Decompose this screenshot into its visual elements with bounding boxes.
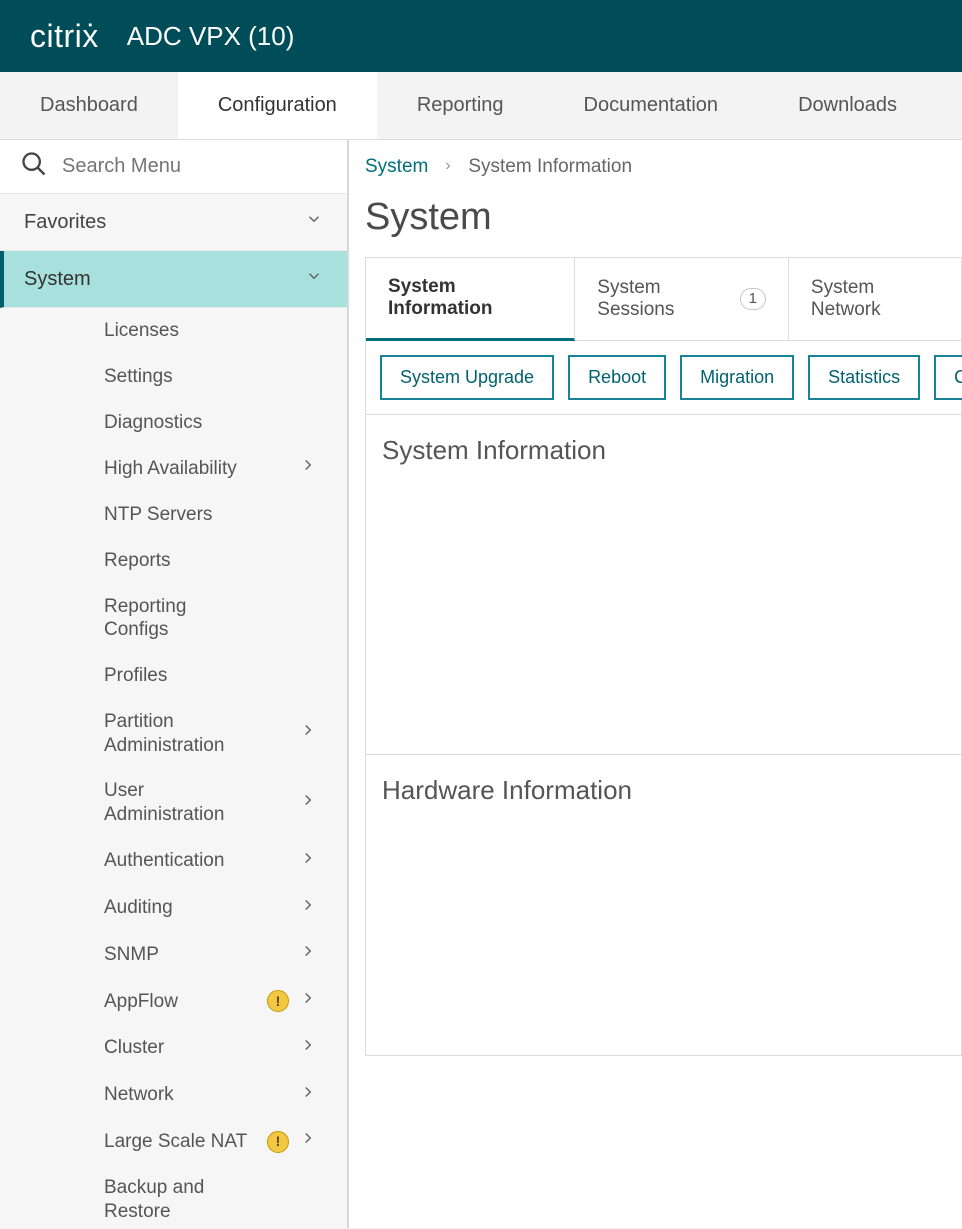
- sidebar-item-label: Auditing: [104, 896, 173, 920]
- sidebar-item[interactable]: AppFlow!: [0, 978, 347, 1025]
- sidebar-item-label: SNMP: [104, 943, 159, 967]
- breadcrumb-current: System Information: [468, 156, 632, 178]
- tab-label: System Network: [811, 277, 939, 321]
- chevron-down-icon: [305, 210, 323, 234]
- chevron-right-icon: [299, 896, 317, 921]
- sidebar-item[interactable]: High Availability: [0, 445, 347, 492]
- tab-system-sessions[interactable]: System Sessions 1: [575, 258, 789, 340]
- sidebar-item-label: Large Scale NAT: [104, 1130, 247, 1154]
- sidebar-item[interactable]: User Administration: [0, 768, 347, 838]
- sidebar-item[interactable]: Reporting Configs: [0, 584, 347, 654]
- sidebar-item-label: Partition Administration: [104, 710, 254, 758]
- brand-logo: citriẋ: [30, 18, 99, 55]
- sidebar-item[interactable]: Partition Administration: [0, 699, 347, 769]
- chevron-right-icon: [299, 849, 317, 874]
- migration-button[interactable]: Migration: [680, 355, 794, 400]
- sidebar: Favorites System Licenses Settings Diagnos…: [0, 140, 349, 1228]
- nav-configuration[interactable]: Configuration: [178, 72, 377, 139]
- sidebar-items-list: Licenses Settings Diagnostics High Availabi…: [0, 308, 347, 1228]
- top-navigation: Dashboard Configuration Reporting Docume…: [0, 72, 962, 140]
- chevron-right-icon: [299, 942, 317, 967]
- system-upgrade-button[interactable]: System Upgrade: [380, 355, 554, 400]
- chevron-right-icon: [299, 1129, 317, 1154]
- sidebar-item-label: AppFlow: [104, 990, 178, 1014]
- sidebar-item-label: Network: [104, 1083, 174, 1107]
- chevron-down-icon: [305, 267, 323, 291]
- sidebar-item-label: High Availability: [104, 457, 237, 481]
- tab-badge: 1: [740, 288, 766, 310]
- nav-dashboard[interactable]: Dashboard: [0, 72, 178, 139]
- sidebar-item[interactable]: Auditing: [0, 885, 347, 932]
- system-information-section: System Information: [366, 415, 961, 755]
- sidebar-item[interactable]: Authentication: [0, 838, 347, 885]
- sidebar-item[interactable]: Diagnostics: [0, 400, 347, 446]
- sidebar-item[interactable]: Settings: [0, 354, 347, 400]
- sidebar-item-label: Settings: [104, 365, 173, 389]
- breadcrumb: System System Information: [365, 156, 962, 196]
- actions-row: System Upgrade Reboot Migration Statisti…: [366, 341, 961, 414]
- nav-documentation[interactable]: Documentation: [544, 72, 759, 139]
- sidebar-item[interactable]: Network: [0, 1072, 347, 1119]
- sidebar-item[interactable]: Reports: [0, 538, 347, 584]
- chevron-right-icon: [299, 1036, 317, 1061]
- app-header: citriẋ ADC VPX (10): [0, 0, 962, 72]
- sidebar-search[interactable]: [0, 140, 347, 194]
- statistics-button[interactable]: Statistics: [808, 355, 920, 400]
- tab-system-information[interactable]: System Information: [366, 258, 575, 341]
- warning-icon: !: [267, 990, 289, 1012]
- system-information-heading: System Information: [382, 435, 945, 466]
- sidebar-favorites-label: Favorites: [24, 211, 106, 234]
- hardware-information-heading: Hardware Information: [382, 775, 945, 806]
- sidebar-item[interactable]: SNMP: [0, 931, 347, 978]
- tab-bar: System Information System Sessions 1 Sys…: [366, 258, 961, 341]
- chevron-right-icon: [299, 791, 317, 816]
- tab-system-network[interactable]: System Network: [789, 258, 961, 340]
- chevron-right-icon: [299, 1083, 317, 1108]
- sidebar-system-label: System: [24, 268, 91, 291]
- search-icon: [20, 150, 48, 183]
- sidebar-item-label: Cluster: [104, 1036, 164, 1060]
- sidebar-item[interactable]: Cluster: [0, 1025, 347, 1072]
- nav-downloads[interactable]: Downloads: [758, 72, 937, 139]
- chevron-right-icon: [299, 456, 317, 481]
- sidebar-item[interactable]: NTP Servers: [0, 492, 347, 538]
- chevron-right-icon: [442, 156, 454, 178]
- sidebar-item[interactable]: Large Scale NAT!: [0, 1118, 347, 1165]
- tab-label: System Sessions: [597, 277, 729, 321]
- sidebar-item[interactable]: Profiles: [0, 653, 347, 699]
- search-input[interactable]: [62, 155, 327, 178]
- breadcrumb-root[interactable]: System: [365, 156, 428, 178]
- chevron-right-icon: [299, 721, 317, 746]
- nav-reporting[interactable]: Reporting: [377, 72, 544, 139]
- warning-icon: !: [267, 1131, 289, 1153]
- sidebar-system[interactable]: System: [0, 251, 347, 308]
- sidebar-item-label: User Administration: [104, 779, 254, 827]
- sidebar-item-label: Reporting Configs: [104, 595, 254, 643]
- call-button[interactable]: Call: [934, 355, 962, 400]
- content-panel: System Information System Sessions 1 Sys…: [365, 257, 962, 1056]
- sidebar-item-label: Profiles: [104, 664, 167, 688]
- sidebar-item-label: Licenses: [104, 319, 179, 343]
- sidebar-item-label: Authentication: [104, 849, 224, 873]
- reboot-button[interactable]: Reboot: [568, 355, 666, 400]
- main-content: System System Information System System …: [349, 140, 962, 1228]
- sidebar-item[interactable]: Licenses: [0, 308, 347, 354]
- product-title: ADC VPX (10): [127, 21, 295, 52]
- sidebar-item-label: Diagnostics: [104, 411, 202, 435]
- sidebar-item-label: Backup and Restore: [104, 1176, 254, 1224]
- chevron-right-icon: [299, 989, 317, 1014]
- sidebar-item[interactable]: Backup and Restore: [0, 1165, 347, 1228]
- sidebar-item-label: NTP Servers: [104, 503, 212, 527]
- hardware-information-section: Hardware Information: [366, 755, 961, 1055]
- sidebar-favorites[interactable]: Favorites: [0, 194, 347, 251]
- sidebar-item-label: Reports: [104, 549, 171, 573]
- tab-label: System Information: [388, 276, 552, 320]
- page-title: System: [365, 196, 962, 239]
